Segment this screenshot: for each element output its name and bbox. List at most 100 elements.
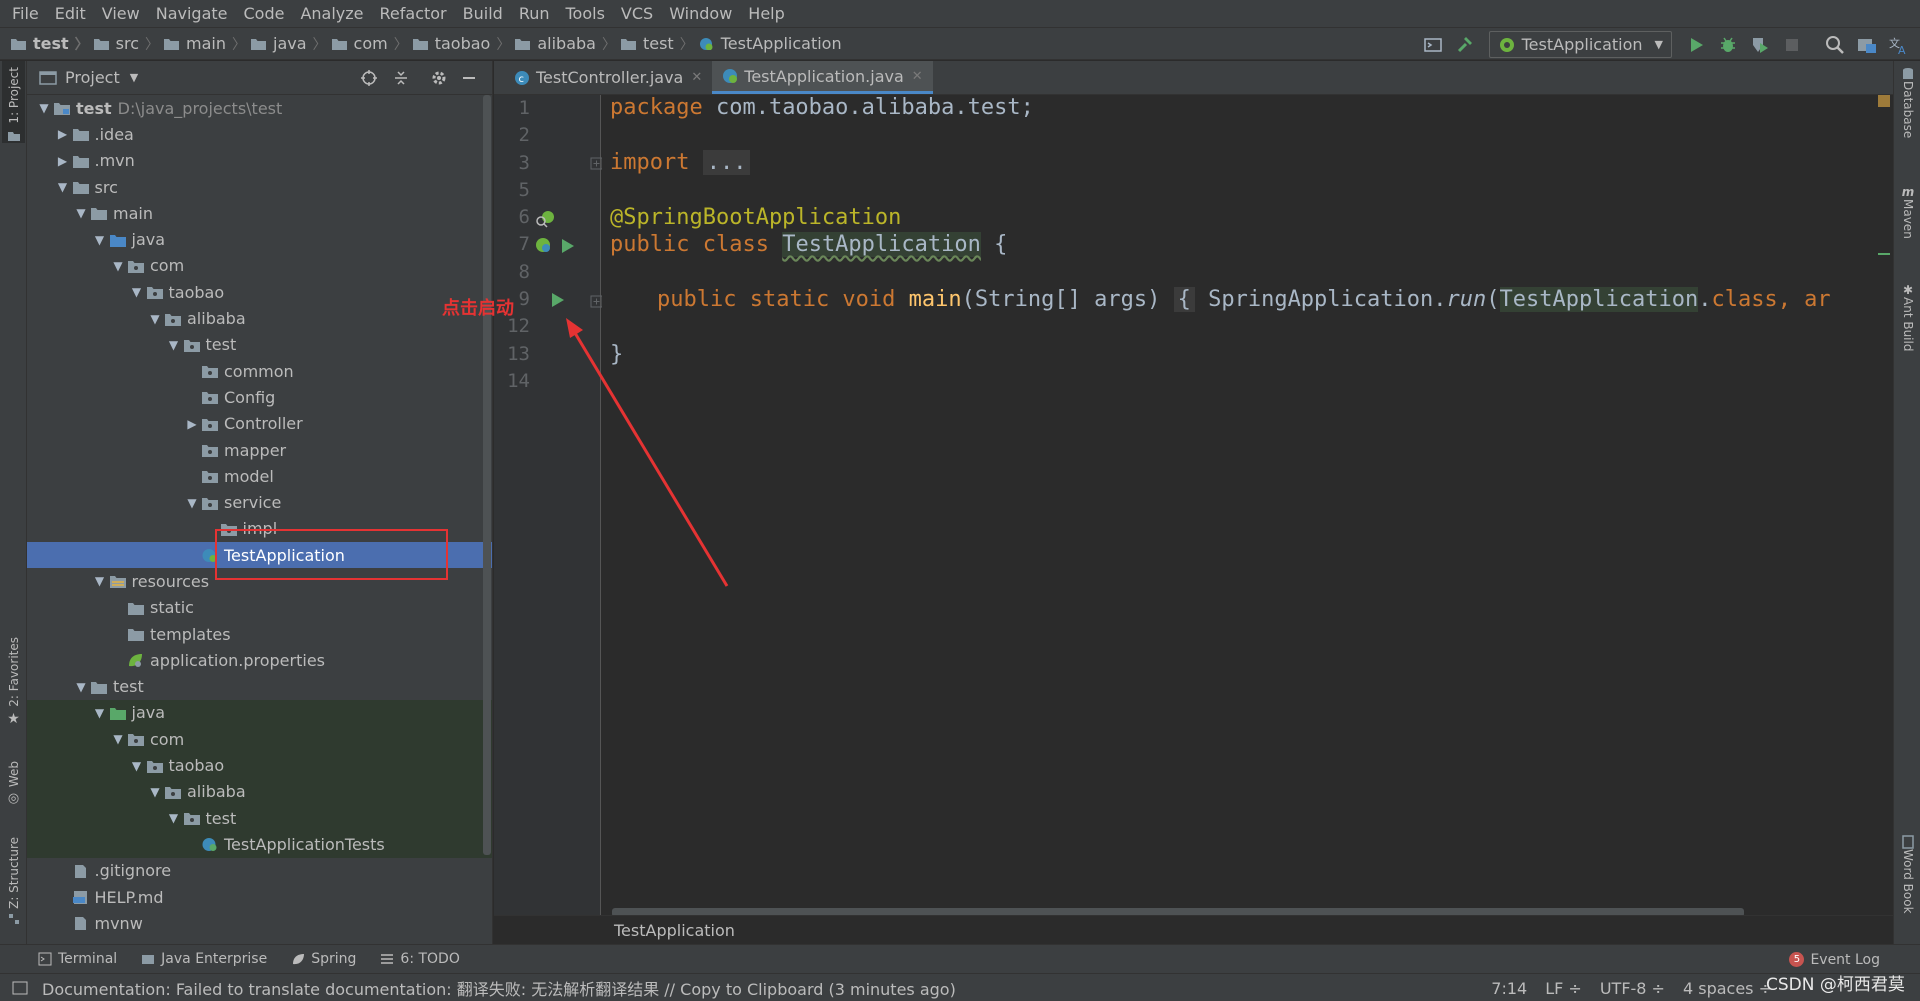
tab-web-tool[interactable]: Web ◎ bbox=[2, 761, 25, 831]
menu-vcs[interactable]: VCS bbox=[613, 0, 661, 27]
tree-item[interactable]: application.properties bbox=[27, 647, 492, 673]
tree-item[interactable]: ▼ test bbox=[27, 805, 492, 832]
tab-structure-tool[interactable]: Z: Structure bbox=[2, 837, 25, 937]
tab-favorites-tool[interactable]: 2: Favorites ★ bbox=[2, 637, 25, 737]
search-icon[interactable] bbox=[1822, 32, 1848, 58]
folded-imports[interactable]: ... bbox=[702, 150, 751, 175]
run-gutter-icon[interactable] bbox=[558, 236, 578, 256]
gear-icon[interactable] bbox=[427, 66, 451, 90]
tree-item[interactable]: ▼ java bbox=[27, 226, 492, 252]
spring-bean-icon[interactable] bbox=[534, 236, 554, 256]
expanded-arrow-icon[interactable]: ▼ bbox=[128, 285, 146, 299]
tab-project-tool[interactable]: 1: Project bbox=[2, 61, 25, 143]
status-message[interactable]: Documentation: Failed to translate docum… bbox=[42, 976, 956, 1000]
tab-testapplication-java[interactable]: TestApplication.java ✕ bbox=[712, 61, 933, 94]
breadcrumb-item[interactable]: java 〉 bbox=[250, 34, 327, 54]
run-with-coverage-icon[interactable] bbox=[1747, 32, 1773, 58]
stop-icon[interactable] bbox=[1779, 32, 1805, 58]
tree-item[interactable]: ▼ alibaba bbox=[27, 305, 492, 331]
tree-item[interactable]: templates bbox=[27, 621, 492, 647]
breadcrumb-item[interactable]: test 〉 bbox=[620, 34, 694, 54]
tree-item[interactable]: ▼ com bbox=[27, 726, 492, 753]
close-tab-icon[interactable]: ✕ bbox=[691, 70, 702, 85]
tab-word-book-tool[interactable]: Word Book bbox=[1898, 835, 1918, 935]
expanded-arrow-icon[interactable]: ▼ bbox=[165, 811, 183, 825]
expanded-arrow-icon[interactable]: ▼ bbox=[35, 101, 53, 115]
menu-help[interactable]: Help bbox=[740, 0, 792, 27]
tree-item[interactable]: ▼ test bbox=[27, 674, 492, 700]
menu-file[interactable]: File bbox=[4, 0, 47, 27]
expanded-arrow-icon[interactable]: ▼ bbox=[91, 233, 109, 247]
tree-item[interactable]: mvnw bbox=[27, 910, 492, 936]
tree-item[interactable]: ▼ taobao bbox=[27, 752, 492, 779]
tab-terminal[interactable]: Terminal bbox=[38, 951, 117, 967]
expanded-arrow-icon[interactable]: ▼ bbox=[165, 338, 183, 352]
indent-setting[interactable]: 4 spaces ÷ bbox=[1683, 979, 1772, 998]
menu-navigate[interactable]: Navigate bbox=[148, 0, 236, 27]
tree-item[interactable]: common bbox=[27, 358, 492, 384]
project-tree-scrollbar[interactable] bbox=[483, 95, 491, 855]
tree-item[interactable]: ▼ src bbox=[27, 174, 492, 200]
debug-icon[interactable] bbox=[1715, 32, 1741, 58]
tree-item[interactable]: ▼ test D:\java_projects\test bbox=[27, 95, 492, 121]
tree-item[interactable]: TestApplicationTests bbox=[27, 831, 492, 858]
tab-spring[interactable]: Spring bbox=[291, 951, 356, 967]
breadcrumb-item[interactable]: alibaba 〉 bbox=[514, 34, 616, 54]
spring-search-icon[interactable] bbox=[534, 209, 554, 229]
expanded-arrow-icon[interactable]: ▼ bbox=[128, 759, 146, 773]
tree-item[interactable]: ▼ taobao bbox=[27, 279, 492, 305]
menu-tools[interactable]: Tools bbox=[558, 0, 613, 27]
close-tab-icon[interactable]: ✕ bbox=[912, 69, 923, 84]
breadcrumb-item[interactable]: TestApplication bbox=[698, 34, 842, 53]
project-structure-icon[interactable] bbox=[1854, 32, 1880, 58]
translate-icon[interactable]: 文A bbox=[1886, 32, 1912, 58]
file-encoding[interactable]: UTF-8 ÷ bbox=[1600, 979, 1665, 998]
expanded-arrow-icon[interactable]: ▼ bbox=[146, 312, 164, 326]
breadcrumb-item[interactable]: src 〉 bbox=[93, 34, 159, 54]
run-icon[interactable] bbox=[1683, 32, 1709, 58]
expanded-arrow-icon[interactable]: ▼ bbox=[183, 496, 201, 510]
locate-file-icon[interactable] bbox=[357, 66, 381, 90]
tree-item[interactable]: ▶ .mvn bbox=[27, 148, 492, 174]
tab-testcontroller-java[interactable]: c TestController.java ✕ bbox=[504, 61, 712, 94]
tab-ant-build-tool[interactable]: ✱ Ant Build bbox=[1898, 283, 1918, 393]
view-mode-dropdown-icon[interactable]: ▼ bbox=[130, 71, 138, 84]
line-separator[interactable]: LF ÷ bbox=[1545, 979, 1582, 998]
expanded-arrow-icon[interactable]: ▼ bbox=[91, 706, 109, 720]
tree-item[interactable]: ▼ java bbox=[27, 699, 492, 727]
terminal-toggle-icon[interactable] bbox=[1420, 32, 1446, 58]
tab-database-tool[interactable]: Database bbox=[1898, 67, 1918, 167]
tree-item[interactable]: .gitignore bbox=[27, 858, 492, 884]
menu-window[interactable]: Window bbox=[661, 0, 740, 27]
caret-position[interactable]: 7:14 bbox=[1491, 979, 1527, 998]
collapsed-arrow-icon[interactable]: ▶ bbox=[54, 127, 72, 141]
tree-item[interactable]: ▶ .idea bbox=[27, 121, 492, 147]
tree-item[interactable]: ▼ service bbox=[27, 489, 492, 515]
breadcrumb-item[interactable]: TestApplication bbox=[614, 921, 735, 940]
expanded-arrow-icon[interactable]: ▼ bbox=[72, 680, 90, 694]
tree-item[interactable]: mapper bbox=[27, 437, 492, 463]
menu-code[interactable]: Code bbox=[236, 0, 293, 27]
breadcrumb-item[interactable]: main 〉 bbox=[163, 34, 246, 54]
inspection-status-icon[interactable] bbox=[1878, 95, 1890, 107]
tree-item[interactable]: HELP.md bbox=[27, 884, 492, 910]
tree-item[interactable]: model bbox=[27, 463, 492, 489]
code-editor[interactable]: package com.taobao.alibaba.test; import … bbox=[602, 95, 1893, 915]
collapse-all-icon[interactable] bbox=[389, 66, 413, 90]
tab-maven-tool[interactable]: m Maven bbox=[1898, 185, 1918, 275]
collapsed-arrow-icon[interactable]: ▶ bbox=[54, 154, 72, 168]
expanded-arrow-icon[interactable]: ▼ bbox=[72, 206, 90, 220]
tree-item[interactable]: Config bbox=[27, 384, 492, 410]
tree-item[interactable]: ▼ com bbox=[27, 253, 492, 279]
run-main-gutter-icon[interactable] bbox=[548, 290, 568, 310]
menu-run[interactable]: Run bbox=[511, 0, 558, 27]
expanded-arrow-icon[interactable]: ▼ bbox=[109, 732, 127, 746]
expanded-arrow-icon[interactable]: ▼ bbox=[109, 259, 127, 273]
expanded-arrow-icon[interactable]: ▼ bbox=[91, 574, 109, 588]
breadcrumb-item[interactable]: taobao 〉 bbox=[412, 34, 510, 54]
tab-todo[interactable]: 6: TODO bbox=[380, 951, 460, 967]
expanded-arrow-icon[interactable]: ▼ bbox=[146, 785, 164, 799]
menu-build[interactable]: Build bbox=[455, 0, 511, 27]
menu-analyze[interactable]: Analyze bbox=[292, 0, 371, 27]
tab-java-enterprise[interactable]: Java Enterprise bbox=[141, 951, 267, 967]
